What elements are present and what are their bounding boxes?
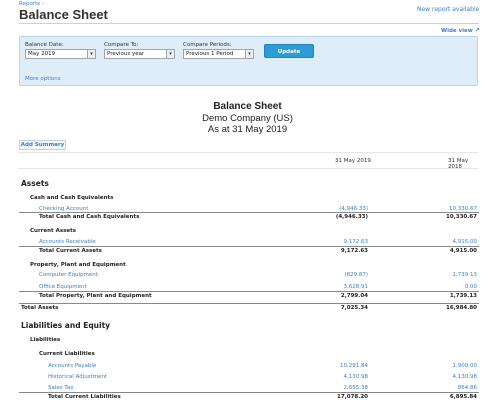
total-label: Total Assets — [21, 305, 59, 311]
compare-to-label: Compare To: — [104, 42, 139, 48]
total-row: Total Current Assets 9,172.63 4,915.00 — [19, 246, 479, 255]
group-heading: Liabilities — [19, 336, 479, 345]
total-current: 2,799.04 — [340, 293, 368, 299]
amount-prior-link[interactable]: 4,130.98 — [453, 374, 478, 380]
amount-prior-link[interactable]: 4,915.00 — [453, 239, 478, 245]
section-heading: Liabilities and Equity — [19, 320, 479, 332]
report-title: Balance Sheet — [213, 101, 282, 112]
table-row: Computer Equipment (829.87) 1,739.13 — [19, 271, 479, 280]
account-link[interactable]: Accounts Payable — [48, 363, 96, 369]
report-options-panel: Balance Date: May 2019 ▾ Compare To: Pre… — [19, 36, 478, 86]
compare-periods-value: Previous 1 Period — [186, 51, 234, 57]
total-current: 17,078.20 — [337, 394, 368, 400]
amount-current-link[interactable]: 9,172.63 — [344, 239, 369, 245]
amount-current-link[interactable]: (829.87) — [344, 272, 368, 278]
group-title: Current Assets — [30, 228, 77, 234]
balance-date-select[interactable]: May 2019 ▾ — [25, 49, 96, 59]
new-report-link[interactable]: New report available — [417, 6, 479, 13]
page-title: Balance Sheet — [19, 7, 108, 22]
column-header-prior: 31 May 2018 — [448, 158, 469, 170]
header-divider — [19, 23, 479, 24]
account-link[interactable]: Computer Equipment — [39, 272, 98, 278]
group-heading: Current Liabilities — [19, 350, 479, 359]
total-prior: 4,915.00 — [449, 248, 477, 254]
more-options-link[interactable]: More options — [25, 76, 61, 82]
group-heading: Current Assets — [19, 227, 479, 236]
amount-prior-link[interactable]: 0.00 — [465, 284, 477, 290]
chevron-down-icon: ▾ — [166, 50, 174, 58]
section-heading: Assets — [19, 178, 479, 190]
amount-current-link[interactable]: 4,130.98 — [344, 374, 369, 380]
group-heading: Cash and Cash Equivalents — [19, 194, 479, 203]
total-prior: 10,330.67 — [446, 214, 477, 220]
total-prior: 6,895.84 — [449, 394, 477, 400]
total-label: Total Current Assets — [39, 248, 102, 254]
total-label: Total Current Liabilities — [48, 394, 121, 400]
amount-current-link[interactable]: 2,655.38 — [344, 385, 369, 391]
total-row: Total Assets 7,025.34 16,984.80 — [19, 303, 479, 312]
page-header: Reports › Balance Sheet New report availa… — [0, 0, 495, 22]
amount-current-link[interactable]: 3,628.91 — [344, 284, 369, 290]
column-header-current: 31 May 2019 — [335, 158, 371, 164]
compare-to-value: Previous year — [107, 51, 145, 57]
group-title: Current Liabilities — [39, 351, 95, 357]
account-link[interactable]: Accounts Receivable — [39, 239, 96, 245]
amount-current-link[interactable]: 10,291.84 — [340, 363, 368, 369]
section-title: Assets — [21, 179, 49, 188]
compare-periods-select[interactable]: Previous 1 Period ▾ — [183, 49, 254, 59]
total-current: (4,946.33) — [335, 214, 368, 220]
add-summary-button[interactable]: Add Summary — [19, 140, 66, 150]
amount-prior-link[interactable]: 1,739.13 — [453, 272, 478, 278]
total-label: Total Cash and Cash Equivalents — [39, 214, 140, 220]
total-label: Total Property, Plant and Equipment — [39, 293, 152, 299]
amount-prior-link[interactable]: 864.86 — [458, 385, 477, 391]
account-link[interactable]: Sales Tax — [48, 385, 73, 391]
column-header-row: 31 May 2019 31 May 2018 — [19, 152, 479, 170]
compare-to-select[interactable]: Previous year ▾ — [104, 49, 175, 59]
wide-view-label: Wide view — [441, 28, 473, 34]
total-row: Total Cash and Cash Equivalents (4,946.3… — [19, 212, 479, 221]
account-link[interactable]: Historical Adjustment — [48, 374, 107, 380]
report-company: Demo Company (US) — [202, 113, 293, 124]
amount-prior-link[interactable]: 1,900.00 — [453, 363, 478, 369]
group-title: Liabilities — [30, 337, 61, 343]
total-prior: 1,739.13 — [449, 293, 477, 299]
group-heading: Property, Plant and Equipment — [19, 261, 479, 270]
chevron-down-icon: ▾ — [87, 50, 95, 58]
expand-arrow-icon: ↗ — [474, 27, 480, 34]
chevron-down-icon: ▾ — [245, 50, 253, 58]
total-current: 7,025.34 — [340, 305, 368, 311]
total-row: Total Property, Plant and Equipment 2,79… — [19, 291, 479, 300]
section-title: Liabilities and Equity — [21, 321, 111, 330]
wide-view-link[interactable]: Wide view ↗ — [441, 27, 480, 34]
total-prior: 16,984.80 — [446, 305, 477, 311]
update-button[interactable]: Update — [264, 44, 314, 58]
total-current: 9,172.63 — [340, 248, 368, 254]
table-row: Accounts Payable 10,291.84 1,900.00 — [19, 362, 479, 371]
total-row: Total Current Liabilities 17,078.20 6,89… — [19, 392, 479, 400]
group-title: Cash and Cash Equivalents — [30, 195, 114, 201]
balance-date-value: May 2019 — [28, 51, 56, 57]
account-link[interactable]: Office Equipment — [39, 284, 87, 290]
compare-periods-label: Compare Periods: — [183, 42, 232, 48]
group-title: Property, Plant and Equipment — [30, 262, 126, 268]
table-row: Historical Adjustment 4,130.98 4,130.98 — [19, 373, 479, 382]
balance-date-label: Balance Date: — [25, 42, 64, 48]
report-date: As at 31 May 2019 — [207, 124, 288, 135]
